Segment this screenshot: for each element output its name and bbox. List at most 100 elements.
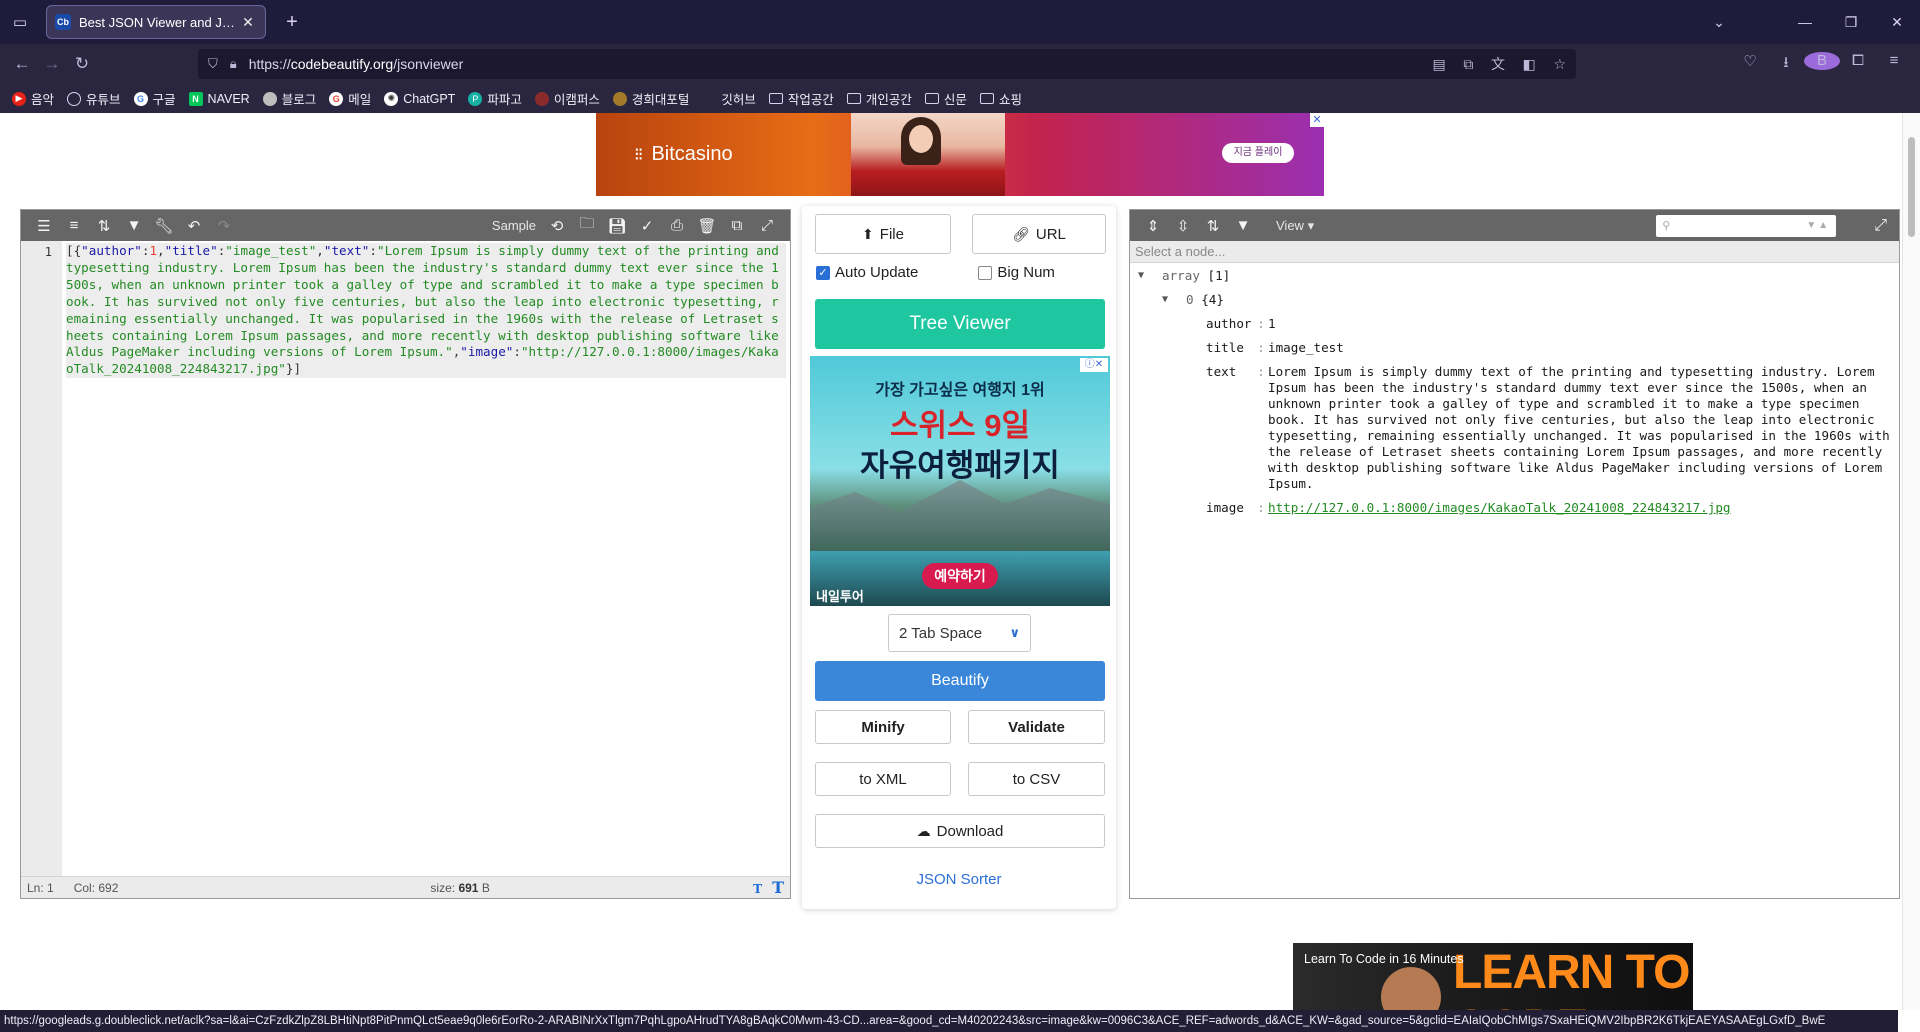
beautify-button[interactable]: Beautify	[815, 661, 1105, 701]
bookmark-ecampus[interactable]: 이캠퍼스	[534, 89, 600, 108]
minify-button[interactable]: Minify	[815, 710, 951, 744]
bookmark-mail[interactable]: G 메일	[329, 89, 371, 108]
bookmark-folder-shopping[interactable]: 쇼핑	[979, 89, 1022, 108]
ad-reserve-button[interactable]: 예약하기	[922, 563, 998, 589]
code-line[interactable]: [{"author":1,"title":"image_test","text"…	[66, 243, 786, 379]
lock-icon[interactable]: 🔒︎	[230, 56, 237, 72]
bookmark-youtube[interactable]: 유튜브	[67, 89, 121, 108]
extension-page-icon[interactable]: ◧	[1523, 56, 1536, 72]
profile-avatar[interactable]: B	[1804, 51, 1840, 77]
tree-search-input[interactable]: ⚲ ▼▲	[1656, 214, 1837, 237]
collapse-triangle-icon[interactable]: ▼	[1138, 268, 1162, 284]
pocket-icon[interactable]: ♡	[1732, 52, 1768, 77]
forward-icon[interactable]: →	[38, 50, 66, 78]
top-banner-ad[interactable]: ⁝⁝ Bitcasino 지금 플레이 ✕	[596, 113, 1324, 196]
reload-icon[interactable]: ↻	[68, 50, 96, 78]
bookmark-portal[interactable]: 경희대포털	[612, 89, 689, 108]
json-sorter-link[interactable]: JSON Sorter	[802, 871, 1116, 888]
image-url-link[interactable]: http://127.0.0.1:8000/images/KakaoTalk_2…	[1268, 500, 1899, 516]
tree-viewer-button[interactable]: Tree Viewer	[815, 299, 1105, 349]
bookmark-music[interactable]: ▶ 음악	[12, 89, 54, 108]
scrollbar-thumb[interactable]	[1908, 137, 1915, 237]
save-icon[interactable]: 💾︎	[602, 217, 632, 235]
collapse-all-icon[interactable]: ⇳	[1168, 217, 1198, 235]
compact-icon[interactable]: ≡	[59, 217, 89, 234]
auto-update-checkbox[interactable]: ✓ Auto Update	[816, 264, 918, 281]
validate-check-icon[interactable]: ✓	[632, 217, 662, 235]
picture-in-picture-icon[interactable]: ⧉	[1463, 56, 1473, 72]
format-icon[interactable]: ☰	[29, 217, 59, 235]
bookmark-folder-personal[interactable]: 개인공간	[846, 89, 912, 108]
minimize-window-icon[interactable]: —	[1782, 14, 1828, 30]
address-bar[interactable]: ⛉ 🔒︎ https://codebeautify.org/jsonviewer…	[198, 49, 1576, 79]
undo-icon[interactable]: ↶	[179, 217, 209, 235]
page-scrollbar[interactable]	[1902, 113, 1920, 1010]
open-folder-icon[interactable]: 🗀︎	[572, 213, 602, 238]
tab-manager-icon[interactable]: ▭	[0, 0, 40, 44]
sort-icon[interactable]: ⇅	[1198, 217, 1228, 235]
copy-icon[interactable]: ⧉	[722, 217, 752, 234]
filter-icon[interactable]: ▼	[1228, 217, 1258, 234]
extensions-icon[interactable]: ⧠	[1840, 52, 1876, 77]
translate-icon[interactable]: 文	[1491, 56, 1505, 72]
decrease-font-icon[interactable]: T	[753, 882, 762, 896]
tree-field-title[interactable]: title: image_test	[1206, 340, 1899, 356]
menu-icon[interactable]: ≡	[1876, 52, 1912, 77]
url-text[interactable]: https://codebeautify.org/jsonviewer	[249, 56, 1419, 72]
checkbox-unchecked-icon[interactable]	[978, 265, 993, 280]
bookmark-star-icon[interactable]: ☆	[1553, 56, 1566, 72]
indent-select[interactable]: 2 Tab Space ∨	[888, 614, 1031, 652]
sample-button[interactable]: Sample	[492, 218, 536, 233]
restore-window-icon[interactable]: ❐	[1828, 14, 1874, 31]
list-all-tabs-icon[interactable]: ⌄	[1696, 14, 1742, 31]
to-xml-button[interactable]: to XML	[815, 762, 951, 796]
adchoices-close-icon[interactable]: ⓘ✕	[1080, 358, 1108, 372]
expand-all-icon[interactable]: ⇕	[1138, 217, 1168, 235]
close-window-icon[interactable]: ✕	[1874, 14, 1920, 31]
sort-icon[interactable]: ⇅	[89, 217, 119, 235]
collapse-triangle-icon[interactable]: ▼	[1162, 292, 1186, 308]
print-icon[interactable]: ⎙	[662, 217, 692, 234]
tree-field-text[interactable]: text: Lorem Ipsum is simply dummy text of…	[1206, 364, 1899, 492]
bookmark-folder-workspace[interactable]: 작업공간	[768, 89, 834, 108]
search-nav-arrows-icon[interactable]: ▼▲	[1806, 220, 1830, 231]
download-button[interactable]: ☁ Download	[815, 814, 1105, 848]
bookmark-chatgpt[interactable]: ✺ ChatGPT	[384, 91, 455, 106]
delete-icon[interactable]: 🗑︎	[692, 217, 722, 235]
tab-close-icon[interactable]: ✕	[239, 14, 257, 31]
increase-font-icon[interactable]: T	[772, 878, 784, 897]
big-num-checkbox[interactable]: Big Num	[978, 264, 1055, 281]
travel-ad[interactable]: 가장 가고싶은 여행지 1위 스위스 9일 자유여행패키지 예약하기 내일투어 …	[810, 356, 1110, 606]
tree-field-author[interactable]: author:1	[1206, 316, 1899, 332]
downloads-icon[interactable]: ⭳	[1768, 52, 1804, 77]
tree-root-node[interactable]: ▼ array [1]	[1138, 268, 1899, 284]
history-icon[interactable]: ⟲	[542, 217, 572, 235]
fullscreen-icon[interactable]: ⤢	[1874, 217, 1887, 235]
bookmark-github[interactable]: 깃허브	[702, 89, 756, 108]
tab-active[interactable]: Cb Best JSON Viewer and JSON Beautifier …	[46, 5, 266, 39]
ad-close-icon[interactable]: ✕	[1310, 113, 1324, 127]
file-button[interactable]: ⬆ File	[815, 214, 951, 254]
ad-play-button[interactable]: 지금 플레이	[1222, 143, 1294, 163]
url-button[interactable]: 🔗︎ URL	[972, 214, 1106, 254]
video-ad[interactable]: LEARN TO CODE Learn To Code in 16 Minute…	[1293, 943, 1693, 1010]
bookmark-google[interactable]: G 구글	[133, 89, 176, 108]
filter-icon[interactable]: ▼	[119, 217, 149, 234]
back-icon[interactable]: ←	[8, 50, 36, 78]
tracking-protection-icon[interactable]: ⛉	[208, 56, 218, 72]
redo-icon[interactable]: ↷	[209, 217, 239, 235]
node-path-bar[interactable]: Select a node...	[1130, 241, 1899, 263]
view-mode-dropdown[interactable]: View ▾	[1276, 218, 1314, 234]
bookmark-blog[interactable]: 블로그	[262, 89, 316, 108]
validate-button[interactable]: Validate	[968, 710, 1105, 744]
code-area[interactable]: [{"author":1,"title":"image_test","text"…	[62, 241, 790, 876]
bookmark-papago[interactable]: P 파파고	[468, 89, 522, 108]
new-tab-icon[interactable]: +	[278, 11, 306, 34]
tree-item-node[interactable]: ▼ 0 {4}	[1138, 292, 1899, 308]
to-csv-button[interactable]: to CSV	[968, 762, 1105, 796]
bookmark-folder-news[interactable]: 신문	[924, 89, 967, 108]
checkbox-checked-icon[interactable]: ✓	[816, 265, 830, 280]
reader-view-icon[interactable]: ▤	[1432, 56, 1445, 72]
fullscreen-icon[interactable]: ⤢	[752, 217, 782, 234]
bookmark-naver[interactable]: N NAVER	[188, 91, 250, 106]
